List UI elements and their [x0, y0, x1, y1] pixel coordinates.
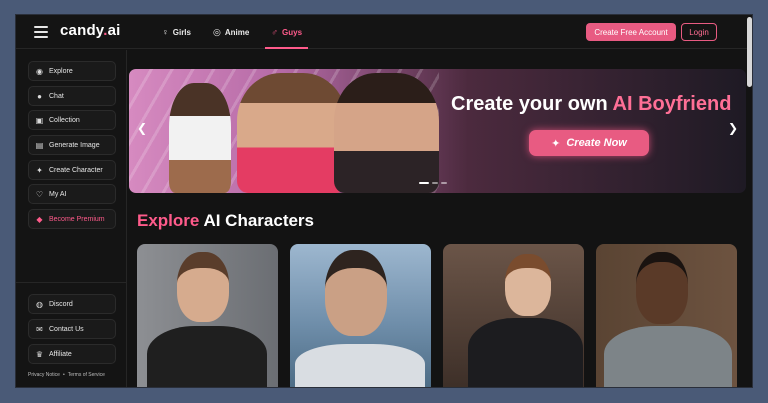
anime-icon: ◎: [212, 26, 221, 37]
legal-separator: •: [62, 372, 65, 378]
sidebar-item-label: Create Character: [49, 166, 103, 174]
sidebar-item-label: Affiliate: [49, 350, 72, 358]
sidebar-item-generate-image[interactable]: ▤ Generate Image: [28, 135, 116, 155]
chat-icon: ●: [37, 91, 42, 101]
character-portrait-face: [325, 250, 387, 336]
chevron-left-icon[interactable]: ❮: [137, 121, 147, 135]
sidebar-item-label: Discord: [49, 300, 73, 308]
banner-title: Create your own AI Boyfriend: [451, 93, 731, 116]
menu-icon[interactable]: [34, 26, 48, 38]
section-title-rest: AI Characters: [199, 211, 315, 230]
sidebar-divider: [16, 282, 127, 283]
category-nav: ♀ Girls ◎ Anime ♂ Guys: [156, 15, 318, 49]
magic-wand-icon: ✦: [36, 165, 43, 175]
hero-banner[interactable]: Create your own AI Boyfriend ✦ Create No…: [129, 69, 746, 193]
contact-icon: ✉: [36, 324, 43, 334]
sidebar-item-label: My AI: [49, 190, 67, 198]
sidebar-item-collection[interactable]: ▣ Collection: [28, 110, 116, 130]
character-portrait-face: [505, 254, 551, 316]
logo-text: candy: [60, 22, 104, 39]
slide-indicator: [419, 182, 447, 184]
banner-model-2: [237, 73, 347, 193]
character-portrait-body: [468, 318, 583, 387]
tab-anime-label: Anime: [224, 27, 250, 37]
slide-dot[interactable]: [441, 182, 447, 184]
tab-girls[interactable]: ♀ Girls: [156, 15, 197, 49]
character-card[interactable]: [137, 244, 278, 387]
magic-wand-icon: ✦: [551, 137, 561, 150]
login-button[interactable]: Login: [681, 23, 717, 41]
sidebar-item-label: Explore: [49, 67, 73, 75]
discord-icon: ◍: [36, 299, 43, 309]
slide-dot[interactable]: [419, 182, 429, 184]
sidebar-item-label: Generate Image: [49, 141, 100, 149]
sidebar-item-explore[interactable]: ◉ Explore: [28, 61, 116, 81]
character-portrait-body: [295, 344, 425, 387]
create-now-label: Create Now: [566, 137, 627, 149]
section-title-highlight: Explore: [137, 211, 200, 230]
chevron-right-icon[interactable]: ❯: [728, 121, 738, 135]
character-card[interactable]: [596, 244, 737, 387]
female-icon: ♀: [162, 26, 169, 37]
heart-icon: ♡: [35, 189, 44, 199]
tab-guys[interactable]: ♂ Guys: [265, 15, 308, 49]
banner-title-highlight: AI Boyfriend: [612, 93, 732, 115]
sidebar-item-become-premium[interactable]: ◆ Become Premium: [28, 209, 116, 229]
diamond-icon: ◆: [36, 214, 43, 224]
sidebar-item-create-character[interactable]: ✦ Create Character: [28, 160, 116, 180]
sidebar-item-chat[interactable]: ● Chat: [28, 86, 116, 106]
character-portrait-body: [147, 326, 267, 387]
sidebar-item-my-ai[interactable]: ♡ My AI: [28, 184, 116, 204]
banner-title-pre: Create your own: [451, 93, 613, 115]
banner-model-1: [169, 83, 231, 193]
create-now-button[interactable]: ✦ Create Now: [529, 130, 649, 156]
sidebar-item-contact-us[interactable]: ✉ Contact Us: [28, 319, 116, 339]
compass-icon: ◉: [36, 66, 43, 76]
sidebar-item-label: Contact Us: [49, 325, 84, 333]
tab-guys-label: Guys: [282, 27, 303, 37]
create-free-account-button[interactable]: Create Free Account: [586, 23, 676, 41]
collection-icon: ▣: [35, 115, 44, 125]
app-window: candy.ai ♀ Girls ◎ Anime ♂ Guys Create F…: [15, 14, 753, 388]
character-portrait-body: [604, 326, 732, 387]
slide-dot[interactable]: [432, 182, 438, 184]
terms-of-service-link[interactable]: Terms of Service: [68, 372, 105, 378]
trophy-icon: ♛: [35, 349, 44, 359]
page-scrollbar[interactable]: [747, 17, 752, 87]
character-portrait-face: [177, 252, 229, 322]
logo[interactable]: candy.ai: [60, 22, 121, 39]
sidebar: ◉ Explore ● Chat ▣ Collection ▤ Generate…: [16, 50, 127, 387]
banner-model-3: [334, 73, 439, 193]
privacy-notice-link[interactable]: Privacy Notice: [28, 372, 60, 378]
section-title: Explore AI Characters: [137, 211, 314, 231]
image-icon: ▤: [35, 140, 44, 150]
tab-girls-label: Girls: [172, 27, 191, 37]
top-bar: candy.ai ♀ Girls ◎ Anime ♂ Guys Create F…: [16, 15, 752, 87]
legal-links: Privacy Notice • Terms of Service: [28, 372, 105, 378]
sidebar-item-label: Chat: [49, 92, 64, 100]
character-portrait-face: [636, 252, 688, 324]
sidebar-item-affiliate[interactable]: ♛ Affiliate: [28, 344, 116, 364]
character-card[interactable]: [290, 244, 431, 387]
logo-suffix: ai: [107, 22, 121, 39]
sidebar-item-label: Collection: [49, 116, 80, 124]
tab-anime[interactable]: ◎ Anime: [207, 15, 255, 49]
male-icon: ♂: [271, 26, 279, 37]
sidebar-item-discord[interactable]: ◍ Discord: [28, 294, 116, 314]
character-card[interactable]: [443, 244, 584, 387]
sidebar-item-label: Become Premium: [49, 215, 105, 223]
